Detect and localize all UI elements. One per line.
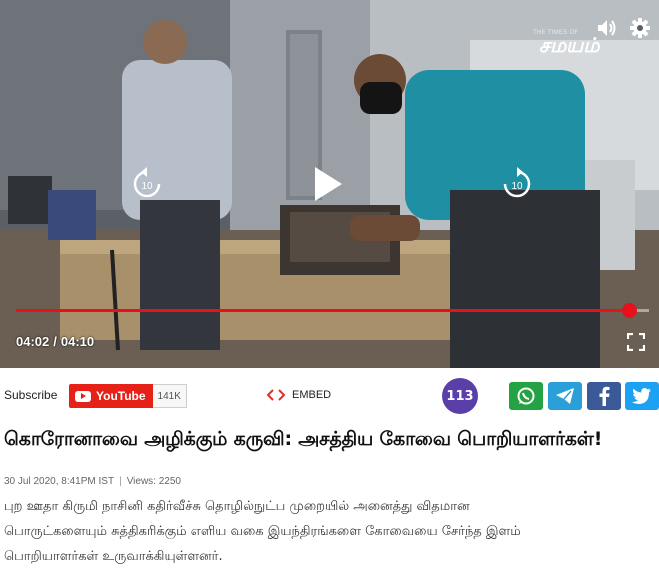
progress-fill: [16, 309, 629, 312]
youtube-label: YouTube: [96, 389, 146, 403]
twitter-share-button[interactable]: [625, 382, 659, 410]
volume-icon[interactable]: [596, 18, 618, 38]
comments-count: 113: [446, 388, 474, 404]
forward-seconds-label: 10: [511, 181, 523, 192]
meta-divider: |: [119, 476, 122, 487]
time-display: 04:02/04:10: [16, 334, 94, 349]
youtube-subscribe-widget[interactable]: YouTube 141K: [69, 384, 187, 408]
facebook-icon: [599, 386, 610, 406]
facebook-share-button[interactable]: [587, 382, 621, 410]
rewind-seconds-label: 10: [141, 181, 153, 192]
embed-button[interactable]: EMBED: [266, 388, 331, 402]
whatsapp-icon: [517, 387, 535, 405]
article-summary: புற ஊதா கிருமி நாசினி கதிர்வீச்சு தொழில்…: [4, 494, 644, 569]
youtube-subscribe-button[interactable]: YouTube: [69, 384, 153, 408]
video-action-bar: Subscribe YouTube 141K EMBED 113: [0, 376, 659, 416]
youtube-play-icon: [75, 390, 91, 402]
watermark-logo-text: சமயம்: [539, 35, 600, 57]
article-headline: கொரோனாவை அழிக்கும் கருவி: அசத்திய கோவை ப…: [4, 428, 603, 450]
progress-track[interactable]: [16, 303, 649, 318]
telegram-share-button[interactable]: [548, 382, 582, 410]
twitter-icon: [632, 387, 651, 404]
code-brackets-icon: [266, 389, 286, 401]
fullscreen-icon[interactable]: [627, 333, 645, 351]
current-time: 04:02: [16, 334, 50, 349]
embed-label: EMBED: [292, 389, 332, 401]
rewind-10-icon[interactable]: 10: [131, 166, 163, 200]
total-duration: 04:10: [60, 334, 95, 349]
play-icon[interactable]: [312, 165, 344, 203]
time-separator: /: [53, 334, 57, 349]
subscribe-label: Subscribe: [4, 388, 58, 402]
settings-gear-icon[interactable]: [629, 17, 651, 39]
summary-line-2: பொருட்களையும் சுத்திகரிக்கும் எளிய வகை இ…: [4, 524, 521, 539]
forward-10-icon[interactable]: 10: [501, 166, 533, 200]
channel-watermark: THE TIMES OF சமயம்: [527, 26, 637, 62]
view-count: Views: 2250: [126, 476, 181, 487]
video-player[interactable]: THE TIMES OF சமயம் 10 10 04:02 / 04:10: [0, 0, 659, 368]
article-meta: 30 Jul 2020, 8:41PM IST | Views: 2250: [4, 476, 181, 487]
comments-count-badge[interactable]: 113: [442, 378, 478, 414]
publish-date: 30 Jul 2020, 8:41PM IST: [4, 476, 115, 487]
progress-scrubber-handle[interactable]: [621, 303, 637, 318]
whatsapp-share-button[interactable]: [509, 382, 543, 410]
telegram-icon: [556, 388, 574, 404]
youtube-subscriber-count: 141K: [152, 384, 187, 408]
summary-line-1: புற ஊதா கிருமி நாசினி கதிர்வீச்சு தொழில்…: [4, 499, 470, 514]
summary-line-3: பொறியாளர்கள் உருவாக்கியுள்ளனர்.: [4, 549, 223, 564]
